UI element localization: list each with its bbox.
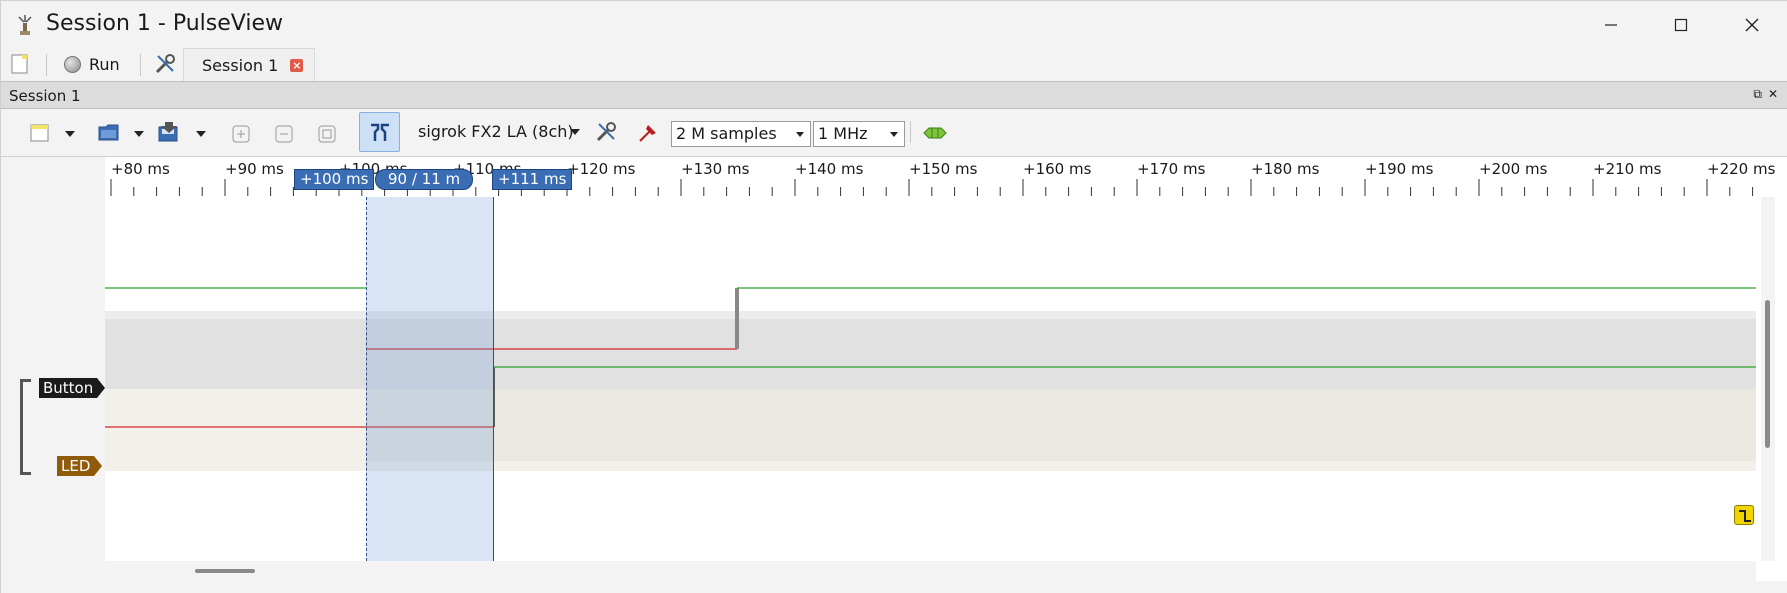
ruler-tick-label: +80 ms: [111, 160, 170, 178]
trace-view: +80 ms+90 ms+100 ms+110 ms+120 ms+130 ms…: [1, 157, 1787, 593]
status-strip: [1, 581, 1787, 593]
chevron-down-icon: [890, 132, 898, 137]
trace-waveforms: [105, 287, 1756, 428]
sample-count-select[interactable]: 2 M samples: [671, 121, 811, 147]
ruler-tick-label: +160 ms: [1023, 160, 1092, 178]
trigger-falling-edge-icon[interactable]: [1734, 505, 1754, 525]
run-status-icon: [64, 55, 81, 73]
channel-label-led[interactable]: LED: [57, 456, 103, 476]
cursor-toggle-button[interactable]: [359, 112, 400, 152]
toolbar-separator: [910, 121, 911, 143]
samplerate-value: 1 MHz: [818, 124, 868, 143]
trace-area[interactable]: [105, 197, 1756, 561]
minimize-button[interactable]: [1575, 1, 1647, 48]
save-file-icon[interactable]: [157, 121, 181, 143]
session-dock-title: Session 1: [9, 87, 81, 105]
cursors-icon: [371, 123, 389, 141]
new-session-icon[interactable]: [11, 54, 29, 74]
cursor-right-flag[interactable]: +111 ms: [492, 169, 573, 190]
new-view-icon[interactable]: [30, 123, 50, 143]
toolbar-separator: [46, 54, 47, 76]
main-toolbar: Run Session 1 ×: [1, 48, 1787, 81]
samplerate-select[interactable]: 1 MHz: [813, 121, 905, 147]
device-selector[interactable]: sigrok FX2 LA (8ch): [418, 122, 574, 141]
sample-count-value: 2 M samples: [676, 124, 777, 143]
channel-group-bracket[interactable]: [20, 379, 31, 475]
ruler-tick-label: +200 ms: [1479, 160, 1548, 178]
vertical-scroll-thumb[interactable]: [1765, 300, 1770, 448]
ruler-tick-label: +140 ms: [795, 160, 864, 178]
session-toolbar: sigrok FX2 LA (8ch) 2 M samples 1 MHz: [1, 109, 1787, 157]
new-view-dropdown-icon[interactable]: [65, 131, 75, 137]
decoder-icon[interactable]: [923, 126, 947, 140]
chevron-down-icon: [796, 132, 804, 137]
ruler-tick-label: +120 ms: [567, 160, 636, 178]
title-bar: Session 1 - PulseView: [1, 1, 1787, 48]
settings-tools-icon[interactable]: [154, 53, 176, 75]
close-icon: [1745, 18, 1759, 31]
maximize-icon: [1674, 18, 1688, 31]
device-dropdown-icon[interactable]: [570, 129, 580, 135]
session-dock-header: Session 1 ⧉ ✕: [1, 81, 1787, 109]
run-label: Run: [89, 54, 120, 74]
ruler-tick-label: +90 ms: [225, 160, 284, 178]
cursor-span-label[interactable]: 90 / 11 m: [375, 169, 474, 190]
tab-label: Session 1: [202, 55, 279, 75]
ruler-tick-label: +180 ms: [1251, 160, 1320, 178]
cursor-left-flag[interactable]: +100 ms: [294, 169, 375, 190]
zoom-fit-icon[interactable]: [318, 125, 336, 143]
device-config-icon[interactable]: [595, 121, 617, 143]
close-dock-icon[interactable]: ✕: [1768, 87, 1778, 102]
horizontal-scroll-thumb[interactable]: [195, 569, 255, 573]
run-button[interactable]: Run: [64, 52, 120, 76]
zoom-out-icon[interactable]: [275, 125, 293, 143]
open-file-icon[interactable]: [98, 122, 120, 142]
ruler-tick-label: +170 ms: [1137, 160, 1206, 178]
cursor-selection[interactable]: [366, 197, 494, 561]
tab-close-icon[interactable]: ×: [290, 58, 304, 72]
vertical-scrollbar[interactable]: [1761, 197, 1775, 561]
save-dropdown-icon[interactable]: [196, 131, 206, 137]
open-dropdown-icon[interactable]: [134, 131, 144, 137]
ruler-tick-label: +150 ms: [909, 160, 978, 178]
window-title: Session 1 - PulseView: [46, 11, 283, 36]
ruler-tick-label: +190 ms: [1365, 160, 1434, 178]
maximize-button[interactable]: [1645, 1, 1717, 48]
dock-buttons: ⧉ ✕: [1753, 87, 1778, 102]
pulseview-window: Session 1 - PulseView Run Session 1 × Se…: [0, 0, 1787, 593]
close-button[interactable]: [1716, 1, 1787, 48]
minimize-icon: [1605, 23, 1617, 26]
ruler-tick-label: +220 ms: [1707, 160, 1776, 178]
toolbar-separator: [140, 54, 141, 76]
float-dock-icon[interactable]: ⧉: [1753, 87, 1762, 102]
ruler-tick-label: +130 ms: [681, 160, 750, 178]
pulseview-app-icon: [18, 15, 32, 35]
channel-header-column: [1, 157, 105, 593]
tab-session-1[interactable]: Session 1 ×: [183, 48, 315, 81]
zoom-in-icon[interactable]: [232, 125, 250, 143]
probe-config-icon[interactable]: [638, 121, 660, 143]
horizontal-scrollbar[interactable]: [105, 561, 1756, 581]
ruler-tick-label: +210 ms: [1593, 160, 1662, 178]
channel-label-button[interactable]: Button: [39, 378, 106, 398]
